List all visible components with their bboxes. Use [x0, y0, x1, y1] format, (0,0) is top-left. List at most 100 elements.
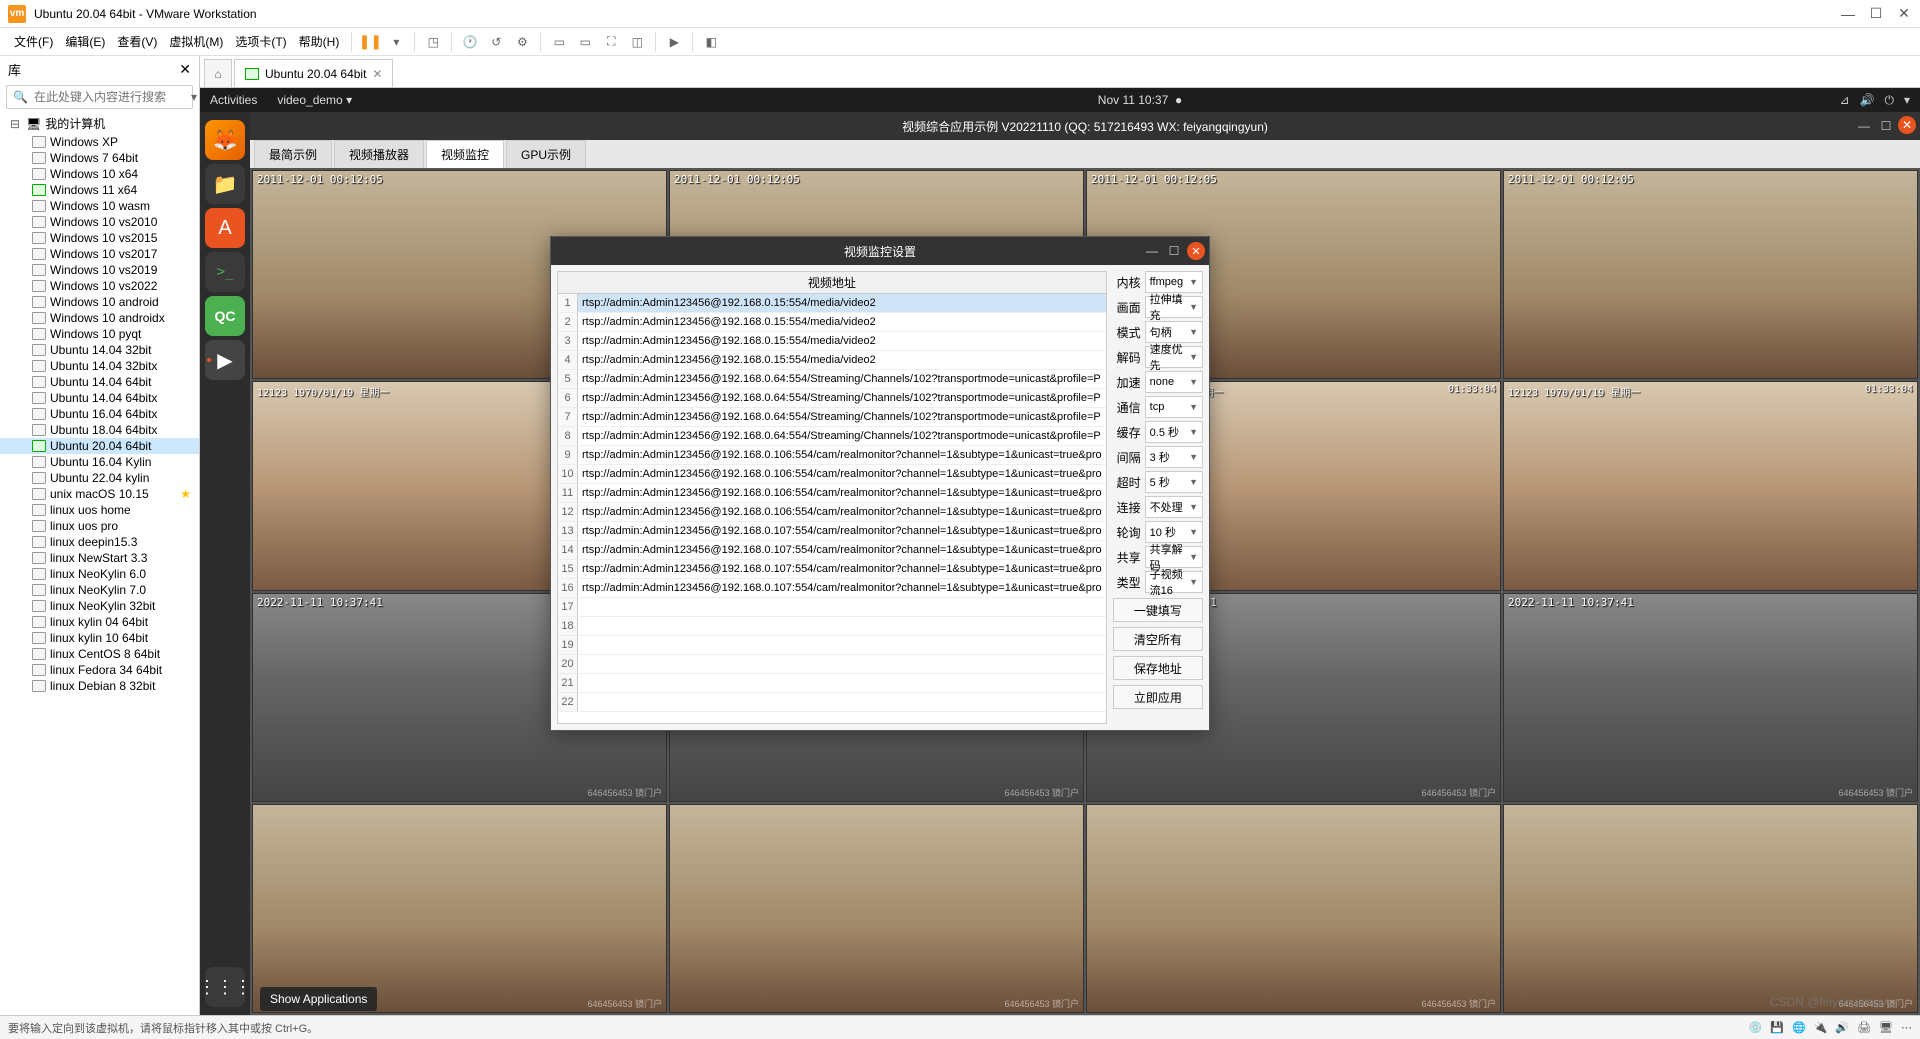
- vm-tree-item[interactable]: linux kylin 10 64bit: [0, 630, 199, 646]
- address-cell[interactable]: [578, 598, 1106, 616]
- vm-tree-item[interactable]: Ubuntu 14.04 64bit: [0, 374, 199, 390]
- library-close-button[interactable]: ✕: [179, 61, 191, 78]
- vm-tree-item[interactable]: Windows 11 x64: [0, 182, 199, 198]
- address-row[interactable]: 12rtsp://admin:Admin123456@192.168.0.106…: [558, 503, 1106, 522]
- vm-tree-item[interactable]: Windows 10 vs2022: [0, 278, 199, 294]
- search-dropdown-icon[interactable]: ▾: [191, 90, 197, 104]
- snapshot-button[interactable]: ◳: [421, 30, 445, 54]
- library-search[interactable]: 🔍 ▾: [6, 85, 193, 109]
- activities-button[interactable]: Activities: [210, 93, 257, 107]
- address-cell[interactable]: [578, 617, 1106, 635]
- address-row[interactable]: 2rtsp://admin:Admin123456@192.168.0.15:5…: [558, 313, 1106, 332]
- option-select[interactable]: 速度优先▼: [1145, 346, 1203, 368]
- video-tab[interactable]: GPU示例: [506, 140, 586, 168]
- address-row[interactable]: 9rtsp://admin:Admin123456@192.168.0.106:…: [558, 446, 1106, 465]
- system-menu-icon[interactable]: ▾: [1904, 93, 1910, 108]
- option-select[interactable]: 0.5 秒▼: [1145, 421, 1203, 443]
- dock-files-icon[interactable]: 📁: [205, 164, 245, 204]
- fullscreen-icon[interactable]: ⛶: [599, 30, 623, 54]
- address-row[interactable]: 11rtsp://admin:Admin123456@192.168.0.106…: [558, 484, 1106, 503]
- address-cell[interactable]: [578, 674, 1106, 692]
- address-cell[interactable]: rtsp://admin:Admin123456@192.168.0.107:5…: [578, 522, 1106, 540]
- dialog-action-button[interactable]: 立即应用: [1113, 685, 1203, 709]
- option-select[interactable]: 3 秒▼: [1145, 446, 1203, 468]
- vm-tree-item[interactable]: linux Fedora 34 64bit: [0, 662, 199, 678]
- vm-tree-item[interactable]: Windows 10 vs2010: [0, 214, 199, 230]
- address-row[interactable]: 4rtsp://admin:Admin123456@192.168.0.15:5…: [558, 351, 1106, 370]
- app-menu-button[interactable]: video_demo ▾: [277, 93, 352, 107]
- address-cell[interactable]: [578, 636, 1106, 654]
- dialog-minimize-button[interactable]: —: [1143, 242, 1161, 260]
- menu-item[interactable]: 编辑(E): [59, 30, 111, 53]
- menu-item[interactable]: 选项卡(T): [229, 30, 292, 53]
- view-multi-icon[interactable]: ▭: [573, 30, 597, 54]
- network-icon[interactable]: ⊿: [1839, 93, 1849, 108]
- address-cell[interactable]: rtsp://admin:Admin123456@192.168.0.106:5…: [578, 465, 1106, 483]
- vm-tree-item[interactable]: Ubuntu 20.04 64bit: [0, 438, 199, 454]
- video-cell[interactable]: 2011-12-01 00:12:05: [1503, 170, 1918, 379]
- console-icon[interactable]: ▶: [662, 30, 686, 54]
- dock-qtcreator-icon[interactable]: QC: [205, 296, 245, 336]
- vm-tree-item[interactable]: Windows 7 64bit: [0, 150, 199, 166]
- tab-close-icon[interactable]: ✕: [372, 67, 382, 81]
- address-cell[interactable]: rtsp://admin:Admin123456@192.168.0.106:5…: [578, 503, 1106, 521]
- vm-tree-item[interactable]: Ubuntu 14.04 64bitx: [0, 390, 199, 406]
- video-cell[interactable]: 12123 1970/01/19 星期一01:33:04: [1503, 381, 1918, 590]
- vm-tree-item[interactable]: linux NeoKylin 6.0: [0, 566, 199, 582]
- search-input[interactable]: [32, 88, 191, 106]
- address-cell[interactable]: rtsp://admin:Admin123456@192.168.0.64:55…: [578, 408, 1106, 426]
- power-icon[interactable]: ⏻: [1884, 93, 1894, 108]
- vm-tree-item[interactable]: Windows 10 x64: [0, 166, 199, 182]
- status-usb-icon[interactable]: 🔌: [1814, 1021, 1828, 1034]
- vm-tree-item[interactable]: Ubuntu 22.04 kylin: [0, 470, 199, 486]
- address-row[interactable]: 22: [558, 693, 1106, 712]
- vm-tree-item[interactable]: Ubuntu 14.04 32bit: [0, 342, 199, 358]
- option-select[interactable]: 句柄▼: [1145, 321, 1203, 343]
- close-button[interactable]: ✕: [1896, 6, 1912, 22]
- video-tab[interactable]: 最简示例: [254, 140, 332, 168]
- maximize-button[interactable]: ☐: [1868, 6, 1884, 22]
- vm-tree-item[interactable]: Ubuntu 14.04 32bitx: [0, 358, 199, 374]
- address-row[interactable]: 1rtsp://admin:Admin123456@192.168.0.15:5…: [558, 294, 1106, 313]
- vm-tree-item[interactable]: Ubuntu 16.04 64bitx: [0, 406, 199, 422]
- address-cell[interactable]: rtsp://admin:Admin123456@192.168.0.15:55…: [578, 332, 1106, 350]
- vm-tree-item[interactable]: linux NeoKylin 7.0: [0, 582, 199, 598]
- revert-icon[interactable]: ↺: [484, 30, 508, 54]
- address-row[interactable]: 17: [558, 598, 1106, 617]
- address-cell[interactable]: rtsp://admin:Admin123456@192.168.0.64:55…: [578, 370, 1106, 388]
- dock-software-icon[interactable]: A: [205, 208, 245, 248]
- vm-tab[interactable]: Ubuntu 20.04 64bit ✕: [234, 59, 393, 87]
- vm-tree-item[interactable]: Windows 10 android: [0, 294, 199, 310]
- video-cell[interactable]: 646456453 镜门户: [252, 804, 667, 1013]
- dialog-action-button[interactable]: 清空所有: [1113, 627, 1203, 651]
- dialog-action-button[interactable]: 一键填写: [1113, 598, 1203, 622]
- address-cell[interactable]: rtsp://admin:Admin123456@192.168.0.106:5…: [578, 484, 1106, 502]
- dialog-maximize-button[interactable]: ☐: [1165, 242, 1183, 260]
- address-row[interactable]: 8rtsp://admin:Admin123456@192.168.0.64:5…: [558, 427, 1106, 446]
- status-sound-icon[interactable]: 🔊: [1835, 1021, 1849, 1034]
- vm-tree-item[interactable]: linux deepin15.3: [0, 534, 199, 550]
- address-cell[interactable]: rtsp://admin:Admin123456@192.168.0.107:5…: [578, 541, 1106, 559]
- option-select[interactable]: 10 秒▼: [1145, 521, 1203, 543]
- option-select[interactable]: 5 秒▼: [1145, 471, 1203, 493]
- status-net-icon[interactable]: 🌐: [1792, 1021, 1806, 1034]
- minimize-button[interactable]: —: [1840, 6, 1856, 22]
- vm-tree-item[interactable]: Windows 10 pyqt: [0, 326, 199, 342]
- status-device-icon[interactable]: 💿: [1749, 1021, 1763, 1034]
- video-cell[interactable]: 646456453 镜门户: [669, 804, 1084, 1013]
- menu-item[interactable]: 帮助(H): [293, 30, 346, 53]
- video-cell[interactable]: 2022-11-11 10:37:41646456453 镜门户: [1503, 593, 1918, 802]
- vm-tree-item[interactable]: linux uos pro: [0, 518, 199, 534]
- address-row[interactable]: 18: [558, 617, 1106, 636]
- option-select[interactable]: 子视频流16▼: [1145, 571, 1203, 593]
- vm-tree-item[interactable]: Windows 10 vs2019: [0, 262, 199, 278]
- address-row[interactable]: 10rtsp://admin:Admin123456@192.168.0.106…: [558, 465, 1106, 484]
- vm-tree-item[interactable]: linux Debian 8 32bit: [0, 678, 199, 694]
- option-select[interactable]: 拉伸填充▼: [1145, 296, 1203, 318]
- video-tab[interactable]: 视频监控: [426, 140, 504, 168]
- library-toggle-icon[interactable]: ◧: [699, 30, 723, 54]
- status-hdd-icon[interactable]: 💾: [1770, 1021, 1784, 1034]
- video-cell[interactable]: 646456453 镜门户: [1503, 804, 1918, 1013]
- address-cell[interactable]: [578, 693, 1106, 711]
- view-single-icon[interactable]: ▭: [547, 30, 571, 54]
